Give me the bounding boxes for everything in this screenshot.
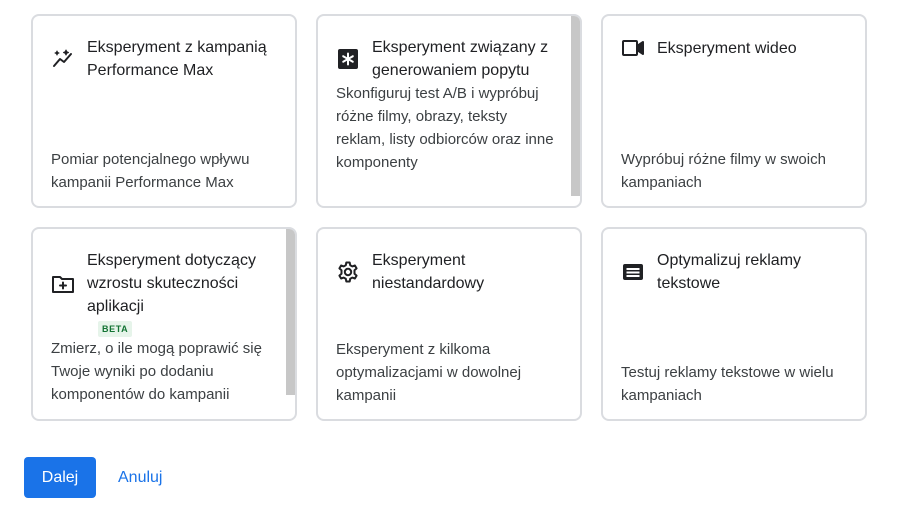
trending-sparkle-icon — [51, 47, 75, 71]
beta-badge: BETA — [98, 321, 133, 337]
asterisk-box-icon — [336, 47, 360, 71]
text-ad-icon — [621, 260, 645, 284]
card-title: Eksperyment niestandardowy — [372, 252, 485, 292]
card-text-ads-optimization[interactable]: Optymalizuj reklamy tekstowe Testuj rekl… — [601, 227, 867, 421]
card-description: Pomiar potencjalnego wpływu kampanii Per… — [51, 151, 250, 191]
cancel-button[interactable]: Anuluj — [118, 469, 162, 487]
card-scrollbar[interactable] — [571, 16, 580, 196]
card-description: Wypróbuj różne filmy w swoich kampaniach — [621, 151, 826, 191]
gear-icon — [336, 260, 360, 284]
card-title: Eksperyment wideo — [657, 39, 797, 57]
card-title: Eksperyment z kampanią Performance Max — [87, 39, 267, 79]
card-title: Eksperyment związany z generowaniem popy… — [372, 39, 549, 79]
card-demand-gen-experiment[interactable]: Eksperyment związany z generowaniem popy… — [316, 14, 582, 208]
card-title: Eksperyment dotyczący wzrostu skutecznoś… — [87, 252, 256, 315]
card-description: Testuj reklamy tekstowe w wielu kampania… — [621, 364, 834, 404]
folder-add-icon — [51, 272, 75, 296]
videocam-icon — [621, 36, 645, 60]
card-scrollbar[interactable] — [286, 229, 295, 395]
card-performance-max-experiment[interactable]: Eksperyment z kampanią Performance Max P… — [31, 14, 297, 208]
card-custom-experiment[interactable]: Eksperyment niestandardowy Eksperyment z… — [316, 227, 582, 421]
card-description: Zmierz, o ile mogą poprawić się Twoje wy… — [51, 340, 262, 403]
card-description: Skonfiguruj test A/B i wypróbuj różne fi… — [336, 85, 554, 171]
card-title: Optymalizuj reklamy tekstowe — [657, 252, 802, 292]
card-description: Eksperyment z kilkoma optymalizacjami w … — [336, 341, 522, 404]
dialog-actions: Dalej Anuluj — [24, 457, 162, 498]
card-app-uplift-experiment[interactable]: Eksperyment dotyczący wzrostu skutecznoś… — [31, 227, 297, 421]
experiment-type-grid: Eksperyment z kampanią Performance Max P… — [31, 14, 867, 421]
card-video-experiment[interactable]: Eksperyment wideo Wypróbuj różne filmy w… — [601, 14, 867, 208]
next-button[interactable]: Dalej — [24, 457, 96, 498]
